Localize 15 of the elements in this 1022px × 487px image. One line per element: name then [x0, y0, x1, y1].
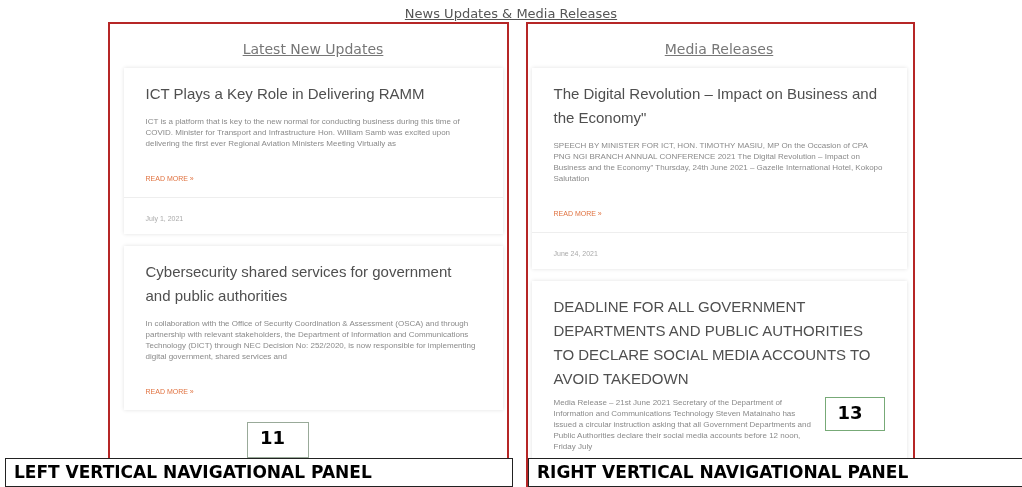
- callout-number: 13: [824, 397, 885, 431]
- column-heading: Media Releases: [664, 41, 774, 57]
- post-title[interactable]: ICT Plays a Key Role in Delivering RAMM: [145, 82, 481, 106]
- post-excerpt: In collaboration with the Office of Security Coordination & Assessment (OSCA) and through partnership with relevant stakeholders, the Department of Information and Communications Technology (DICT) through NEC Decision No: 252/2020, is now responsible for implementing digital government, shared services and: [145, 318, 477, 362]
- callout-label: LEFT VERTICAL NAVIGATIONAL PANEL: [5, 458, 513, 487]
- callout-number: 11: [247, 422, 309, 458]
- page-title: News Updates & Media Releases: [404, 6, 618, 21]
- post-excerpt: ICT is a platform that is key to the new normal for conducting business during this time of COVID. Minister for Transport and Infrastructure Hon. William Samb was excited upon delivering the first ever Regional Aviation Ministers Meeting Virtually as: [145, 116, 461, 149]
- post-title[interactable]: DEADLINE FOR ALL GOVERNMENT DEPARTMENTS AND PUBLIC AUTHORITIES TO DECLARE SOCIAL MEDIA ACCOUNTS TO AVOID TAKEDOWN: [553, 295, 885, 391]
- column-heading: Latest New Updates: [242, 41, 384, 57]
- post-excerpt: Media Release – 21st June 2021 Secretary of the Department of Information and Communications Technology Steven Matainaho has issued a circular instruction asking that all Government Departments and Public Authorities declare their social media accounts before 12 noon, Friday July: [553, 398, 811, 451]
- callout-label: RIGHT VERTICAL NAVIGATIONAL PANEL: [528, 458, 1022, 487]
- post-title[interactable]: The Digital Revolution – Impact on Business and the Economy": [553, 82, 885, 130]
- post-excerpt: SPEECH BY MINISTER FOR ICT, HON. TIMOTHY MASIU, MP On the Occasion of CPA PNG NGI BRANCH ANNUAL CONFERENCE 2021 The Digital Revolution – Impact on Business and the Economy" Thursday, 24th June 2021 – Gazelle International Hotel, Kokopo Salutation: [553, 140, 884, 184]
- post-title[interactable]: Cybersecurity shared services for government and public authorities: [145, 260, 481, 308]
